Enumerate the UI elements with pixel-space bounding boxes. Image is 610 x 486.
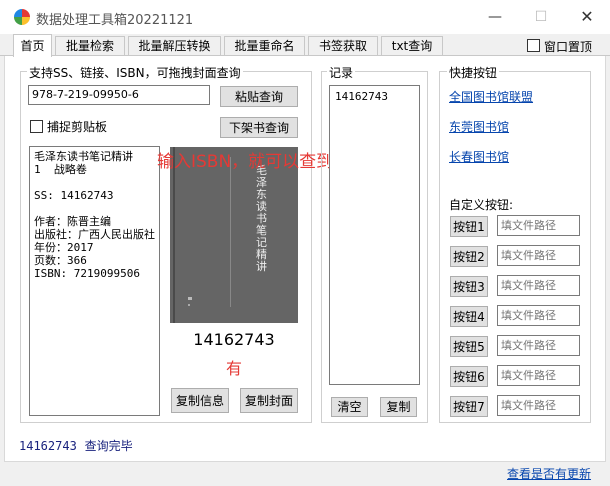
record-item: 14162743 xyxy=(335,90,388,103)
info-line: 毛泽东读书笔记精讲 xyxy=(34,150,133,163)
paste-query-button[interactable]: 粘贴查询 xyxy=(220,86,298,107)
custom-path-input-6[interactable] xyxy=(497,365,580,386)
custom-button-2[interactable]: 按钮2 xyxy=(450,246,488,267)
custom-button-5[interactable]: 按钮5 xyxy=(450,336,488,357)
tab-txt-search[interactable]: txt查询 xyxy=(381,36,443,55)
tab-batch-extract[interactable]: 批量解压转换 xyxy=(128,36,221,55)
records-group-title: 记录 xyxy=(327,64,356,81)
custom-path-input-7[interactable] xyxy=(497,395,580,416)
info-line: 作者：陈晋主编 xyxy=(34,215,111,228)
custom-path-input-1[interactable] xyxy=(497,215,580,236)
info-line: 年份：2017 xyxy=(34,241,94,254)
status-ss: 14162743 xyxy=(19,439,77,453)
status-message: 查询完毕 xyxy=(84,439,133,453)
clear-records-button[interactable]: 清空 xyxy=(331,397,368,417)
records-textbox[interactable]: 14162743 xyxy=(329,85,420,385)
book-cover-title: 毛泽东读书笔记精讲 xyxy=(256,164,267,273)
custom-path-input-5[interactable] xyxy=(497,335,580,356)
custom-path-input-4[interactable] xyxy=(497,305,580,326)
close-button[interactable]: ✕ xyxy=(564,0,610,34)
book-info-textbox[interactable]: 毛泽东读书笔记精讲 1 战略卷 SS: 14162743 作者：陈晋主编 出版社… xyxy=(29,146,160,416)
info-line: SS: 14162743 xyxy=(34,189,114,202)
info-line: 出版社：广西人民出版社 xyxy=(34,228,155,241)
found-status: 有 xyxy=(225,359,242,378)
info-line: 1 战略卷 xyxy=(34,163,87,176)
quick-buttons-title: 快捷按钮 xyxy=(447,64,500,81)
quick-link-national-library[interactable]: 全国图书馆联盟 xyxy=(449,88,533,105)
copy-cover-button[interactable]: 复制封面 xyxy=(240,388,298,413)
custom-button-4[interactable]: 按钮4 xyxy=(450,306,488,327)
window-topmost-label: 窗口置顶 xyxy=(544,40,593,54)
quick-link-changchun-library[interactable]: 长春图书馆 xyxy=(449,148,509,165)
tab-home[interactable]: 首页 xyxy=(13,34,52,57)
custom-button-1[interactable]: 按钮1 xyxy=(450,216,488,237)
window-title: 数据处理工具箱20221121 xyxy=(36,13,194,28)
window-topmost-checkbox[interactable] xyxy=(527,39,540,52)
capture-clipboard-checkbox[interactable] xyxy=(30,120,43,133)
search-input[interactable]: 978-7-219-09950-6 xyxy=(28,85,210,105)
info-line xyxy=(34,176,155,189)
app-logo-icon xyxy=(14,9,30,25)
tab-bookmark-fetch[interactable]: 书签获取 xyxy=(308,36,378,55)
ss-number-display: 14162743 xyxy=(193,330,275,349)
book-cover-art xyxy=(170,147,298,323)
info-line: ISBN: 7219099506 xyxy=(34,267,140,280)
offshelf-query-button[interactable]: 下架书查询 xyxy=(220,117,298,138)
info-line xyxy=(34,202,155,215)
book-cover-image[interactable]: 毛泽东读书笔记精讲 xyxy=(170,147,298,323)
copy-info-button[interactable]: 复制信息 xyxy=(171,388,229,413)
custom-button-3[interactable]: 按钮3 xyxy=(450,276,488,297)
custom-button-6[interactable]: 按钮6 xyxy=(450,366,488,387)
maximize-button[interactable]: ☐ xyxy=(518,0,564,34)
quick-link-dongguan-library[interactable]: 东莞图书馆 xyxy=(449,118,509,135)
search-group-title: 支持SS、链接、ISBN，可拖拽封面查询 xyxy=(27,64,243,81)
custom-path-input-3[interactable] xyxy=(497,275,580,296)
custom-path-input-2[interactable] xyxy=(497,245,580,266)
status-bar: 14162743 查询完毕 xyxy=(19,437,133,454)
capture-clipboard-label: 捕捉剪贴板 xyxy=(47,120,108,134)
custom-button-7[interactable]: 按钮7 xyxy=(450,396,488,417)
info-line: 页数：366 xyxy=(34,254,87,267)
tab-batch-search[interactable]: 批量检索 xyxy=(55,36,125,55)
minimize-button[interactable]: — xyxy=(472,0,518,34)
custom-buttons-title: 自定义按钮: xyxy=(449,198,514,212)
copy-records-button[interactable]: 复制 xyxy=(380,397,417,417)
check-update-link[interactable]: 查看是否有更新 xyxy=(507,465,591,482)
tab-batch-rename[interactable]: 批量重命名 xyxy=(224,36,305,55)
